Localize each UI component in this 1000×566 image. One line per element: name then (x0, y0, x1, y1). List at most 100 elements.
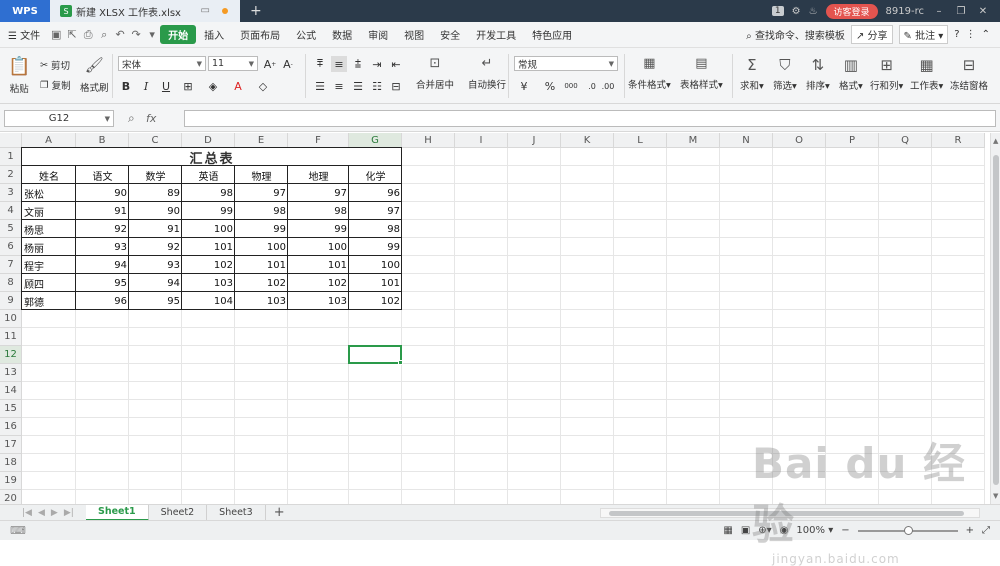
cut-button[interactable]: ✂ 剪切 (40, 58, 70, 73)
redo-icon[interactable]: ↷ (128, 28, 144, 41)
header-cell[interactable]: 化学 (349, 166, 402, 184)
font-color-icon[interactable]: A (230, 78, 246, 94)
indent-icon[interactable]: ⇥ (369, 56, 385, 72)
score-cell[interactable]: 92 (129, 238, 182, 256)
sort-button[interactable]: ⇅ 排序▾ (806, 56, 830, 92)
score-cell[interactable]: 90 (76, 184, 129, 202)
name-cell[interactable]: 文丽 (22, 202, 76, 220)
tab-security[interactable]: 安全 (432, 27, 468, 42)
sum-button[interactable]: Σ 求和▾ (740, 56, 764, 92)
tab-data[interactable]: 数据 (324, 27, 360, 42)
score-cell[interactable]: 100 (182, 220, 235, 238)
minimize-icon[interactable]: – (932, 6, 946, 17)
score-cell[interactable]: 101 (235, 256, 288, 274)
fx-icon[interactable]: fx (146, 112, 156, 125)
restore-icon[interactable]: ❐ (954, 6, 968, 17)
name-cell[interactable]: 张松 (22, 184, 76, 202)
header-cell[interactable]: 语文 (76, 166, 129, 184)
name-box[interactable]: G12 ▼ (4, 110, 114, 127)
score-cell[interactable]: 94 (76, 256, 129, 274)
score-cell[interactable]: 100 (288, 238, 349, 256)
align-center-icon[interactable]: ≡ (331, 78, 347, 94)
row-header-11[interactable]: 11 (0, 328, 22, 346)
new-tab-plus-icon[interactable]: + (250, 3, 262, 19)
currency-icon[interactable]: ¥ (516, 78, 532, 94)
column-header-j[interactable]: J (508, 133, 561, 148)
score-cell[interactable]: 99 (182, 202, 235, 220)
row-header-5[interactable]: 5 (0, 220, 22, 238)
score-cell[interactable]: 98 (349, 220, 402, 238)
score-cell[interactable]: 93 (129, 256, 182, 274)
score-cell[interactable]: 103 (235, 292, 288, 310)
align-top-icon[interactable]: ⩱ (312, 56, 328, 72)
scroll-up-icon[interactable]: ▲ (993, 137, 998, 145)
score-cell[interactable]: 91 (129, 220, 182, 238)
name-cell[interactable]: 郭德 (22, 292, 76, 310)
conditional-format-button[interactable]: ▦ 条件格式▾ (628, 56, 671, 91)
monitor-icon[interactable]: ▭ (201, 5, 210, 16)
distribute-icon[interactable]: ⊟ (388, 78, 404, 94)
sheet-tab-sheet3[interactable]: Sheet3 (207, 504, 266, 521)
score-cell[interactable]: 96 (349, 184, 402, 202)
score-cell[interactable]: 101 (288, 256, 349, 274)
font-name-select[interactable]: 宋体 ▼ (118, 56, 206, 71)
tab-developer[interactable]: 开发工具 (468, 27, 524, 42)
score-cell[interactable]: 90 (129, 202, 182, 220)
table-style-button[interactable]: ▤ 表格样式▾ (680, 56, 723, 91)
header-cell[interactable]: 姓名 (22, 166, 76, 184)
number-format-select[interactable]: 常规 ▼ (514, 56, 618, 71)
row-header-9[interactable]: 9 (0, 292, 22, 310)
name-cell[interactable]: 杨思 (22, 220, 76, 238)
decrease-font-icon[interactable]: A- (280, 56, 296, 72)
row-header-3[interactable]: 3 (0, 184, 22, 202)
row-header-10[interactable]: 10 (0, 310, 22, 328)
row-header-16[interactable]: 16 (0, 418, 22, 436)
print-preview-icon[interactable]: ⌕ (96, 28, 112, 42)
macro-icon[interactable]: ⌨ (10, 524, 26, 537)
border-icon[interactable]: ⊞ (180, 78, 196, 94)
outdent-icon[interactable]: ⇤ (388, 56, 404, 72)
align-right-icon[interactable]: ☰ (350, 78, 366, 94)
tab-home[interactable]: 开始 (160, 25, 197, 44)
score-cell[interactable]: 104 (182, 292, 235, 310)
prev-sheet-icon[interactable]: ◀ (38, 508, 45, 518)
format-painter-button[interactable]: 🖌 格式刷 (80, 56, 109, 94)
row-header-4[interactable]: 4 (0, 202, 22, 220)
row-header-20[interactable]: 20 (0, 490, 22, 504)
score-cell[interactable]: 91 (76, 202, 129, 220)
score-cell[interactable]: 102 (182, 256, 235, 274)
tab-review[interactable]: 审阅 (360, 27, 396, 42)
comment-button[interactable]: ✎ 批注 ▾ (898, 25, 949, 44)
column-header-q[interactable]: Q (879, 133, 932, 148)
copy-button[interactable]: ❐ 复制 (40, 78, 71, 93)
page-count-badge[interactable]: 1 (771, 6, 784, 16)
select-all-corner[interactable] (0, 133, 22, 148)
percent-button[interactable]: % (542, 78, 558, 94)
help-icon[interactable]: ? (954, 29, 959, 40)
worksheet-button[interactable]: ▦ 工作表▾ (910, 56, 943, 92)
undo-icon[interactable]: ↶ (112, 28, 128, 41)
increase-font-icon[interactable]: A + (262, 56, 278, 72)
score-cell[interactable]: 93 (76, 238, 129, 256)
shirt-icon[interactable]: ♨ (809, 6, 818, 17)
column-header-g[interactable]: G (349, 133, 402, 148)
print-icon[interactable]: ⎙ (80, 28, 96, 42)
fill-handle[interactable] (398, 360, 403, 365)
align-left-icon[interactable]: ☰ (312, 78, 328, 94)
name-cell[interactable]: 程宇 (22, 256, 76, 274)
score-cell[interactable]: 101 (349, 274, 402, 292)
wrap-text-button[interactable]: ↵ 自动换行 (468, 56, 506, 91)
score-cell[interactable]: 95 (76, 274, 129, 292)
score-cell[interactable]: 97 (349, 202, 402, 220)
justify-icon[interactable]: ☷ (369, 78, 385, 94)
column-header-l[interactable]: L (614, 133, 667, 148)
column-header-n[interactable]: N (720, 133, 773, 148)
score-cell[interactable]: 100 (349, 256, 402, 274)
vertical-scroll-thumb[interactable] (993, 155, 999, 485)
column-header-o[interactable]: O (773, 133, 826, 148)
first-sheet-icon[interactable]: |◀ (22, 508, 32, 518)
next-sheet-icon[interactable]: ▶ (51, 508, 58, 518)
bold-button[interactable]: B (118, 78, 134, 94)
score-cell[interactable]: 100 (235, 238, 288, 256)
row-header-14[interactable]: 14 (0, 382, 22, 400)
